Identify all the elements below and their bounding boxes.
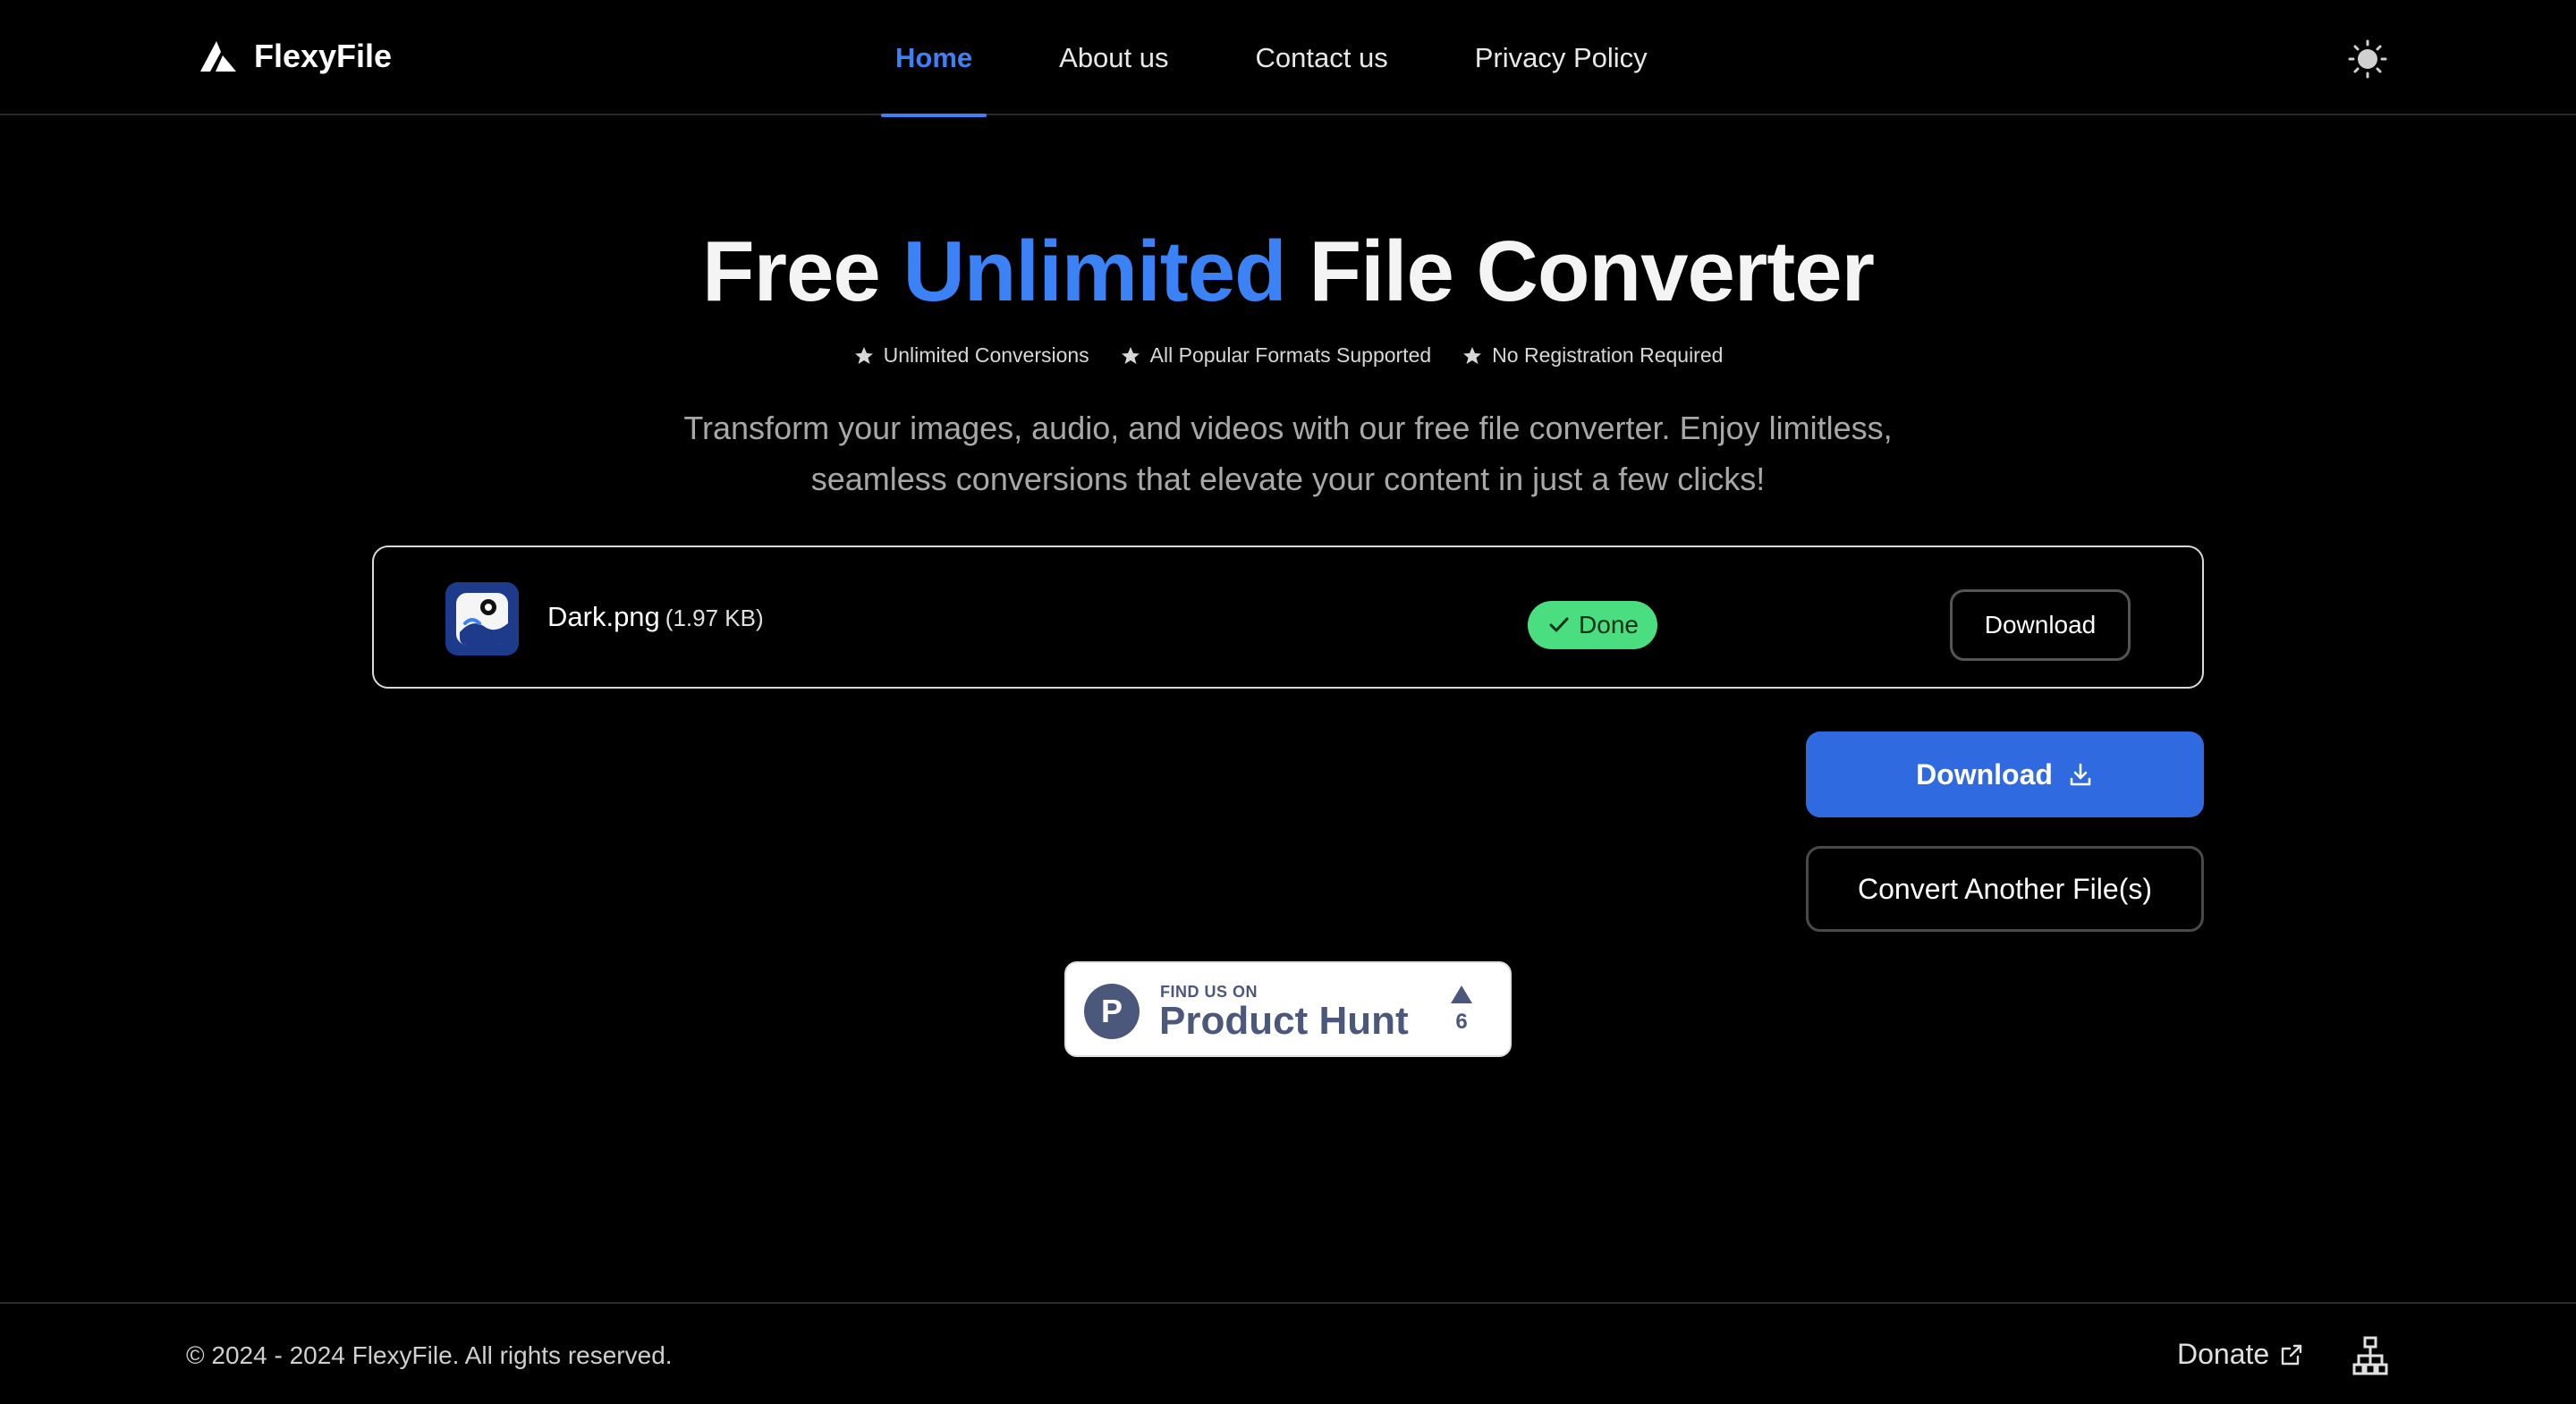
sun-icon[interactable] — [2348, 39, 2387, 79]
feature-label: Unlimited Conversions — [883, 343, 1089, 367]
triangle-logo-icon — [199, 39, 238, 73]
product-hunt-logo-letter: P — [1100, 993, 1123, 1029]
sitemap-icon[interactable] — [2352, 1336, 2388, 1375]
download-all-button[interactable]: Download — [1806, 732, 2204, 817]
site-header: FlexyFile Home About us Contact us Priva… — [0, 0, 2576, 117]
feature-item: Unlimited Conversions — [853, 343, 1089, 368]
nav-privacy-policy[interactable]: Privacy Policy — [1461, 0, 1662, 115]
file-row: Dark.png (1.97 KB) Done Download — [372, 546, 2204, 689]
nav-contact-us[interactable]: Contact us — [1241, 0, 1402, 115]
file-size: (1.97 KB) — [665, 605, 764, 631]
feature-item: No Registration Required — [1462, 343, 1723, 368]
file-name-text: Dark.png — [547, 601, 660, 632]
convert-another-button[interactable]: Convert Another File(s) — [1806, 846, 2204, 932]
title-part-1: Free — [702, 224, 903, 319]
star-icon — [1463, 346, 1482, 364]
feature-item: All Popular Formats Supported — [1120, 343, 1432, 368]
star-icon — [1121, 346, 1140, 364]
image-file-icon — [445, 582, 519, 655]
page-title: Free Unlimited File Converter — [0, 220, 2576, 324]
product-hunt-badge[interactable]: P FIND US ON Product Hunt 6 — [1064, 961, 1512, 1057]
status-badge: Done — [1528, 601, 1657, 649]
site-footer: © 2024 - 2024 FlexyFile. All rights rese… — [0, 1302, 2576, 1404]
brand-logo[interactable]: FlexyFile — [199, 38, 392, 75]
product-hunt-big-text: Product Hunt — [1159, 999, 1409, 1043]
title-part-2: File Converter — [1285, 224, 1875, 319]
feature-list: Unlimited Conversions All Popular Format… — [0, 343, 2576, 368]
main-nav: Home About us Contact us Privacy Policy — [881, 0, 1720, 117]
donate-link[interactable]: Donate — [2177, 1338, 2305, 1371]
feature-label: All Popular Formats Supported — [1149, 343, 1432, 367]
download-icon — [2070, 763, 2091, 786]
nav-home[interactable]: Home — [881, 0, 987, 117]
donate-label: Donate — [2177, 1338, 2270, 1370]
status-label: Done — [1579, 611, 1639, 639]
brand-name: FlexyFile — [254, 38, 393, 74]
feature-label: No Registration Required — [1492, 343, 1724, 367]
star-icon — [854, 346, 873, 364]
upvote-count: 6 — [1455, 1010, 1468, 1034]
file-download-button[interactable]: Download — [1950, 589, 2131, 661]
file-name: Dark.png (1.97 KB) — [547, 601, 764, 633]
download-all-label: Download — [1916, 757, 2053, 791]
nav-about-us[interactable]: About us — [1045, 0, 1182, 115]
external-link-icon — [2281, 1344, 2302, 1365]
copyright-text: © 2024 - 2024 FlexyFile. All rights rese… — [186, 1341, 673, 1369]
title-accent: Unlimited — [902, 224, 1286, 319]
upvote-triangle-icon — [1451, 985, 1472, 1003]
hero-description: Transform your images, audio, and videos… — [683, 410, 1893, 497]
check-icon — [1549, 617, 1569, 632]
